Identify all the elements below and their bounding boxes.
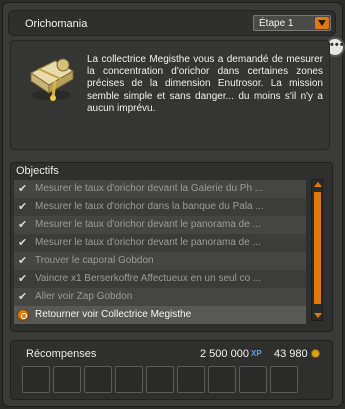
objective-text: Mesurer le taux d'orichor devant le pano… (35, 219, 261, 230)
objective-text: Mesurer le taux d'orichor devant le pano… (35, 237, 261, 248)
step-dropdown[interactable]: Étape 1 (253, 15, 331, 31)
reward-slot[interactable] (239, 366, 267, 393)
objectives-scrollbar[interactable] (311, 179, 323, 321)
map-scroll-icon (30, 58, 75, 101)
check-icon: ✔ (18, 219, 28, 231)
scroll-up-icon[interactable] (314, 182, 322, 187)
objective-item[interactable]: ✔ Mesurer le taux d'orichor dans la banq… (14, 198, 306, 216)
objective-item[interactable]: ✔ Mesurer le taux d'orichor devant le pa… (14, 234, 306, 252)
reward-slots (22, 366, 298, 393)
reward-slot[interactable] (177, 366, 205, 393)
reward-slot[interactable] (115, 366, 143, 393)
objective-item[interactable]: ✔ Mesurer le taux d'orichor devant la Ga… (14, 180, 306, 198)
reward-slot[interactable] (208, 366, 236, 393)
reward-slot[interactable] (22, 366, 50, 393)
quest-description: La collectrice Megisthe vous a demandé d… (87, 54, 323, 114)
xp-icon: XP (251, 349, 262, 358)
objective-item-current[interactable]: Retourner voir Collectrice Megisthe (14, 306, 306, 324)
rewards-kamas-value: 43 980 (274, 348, 308, 360)
objective-text: Vaincre x1 Berserkoffre Affectueux en un… (35, 273, 262, 284)
current-objective-icon (17, 309, 29, 321)
kamas-icon (311, 349, 320, 358)
scroll-thumb[interactable] (314, 192, 321, 304)
chevron-down-icon[interactable] (315, 17, 329, 29)
check-icon: ✔ (18, 273, 28, 285)
reward-slot[interactable] (146, 366, 174, 393)
check-icon: ✔ (18, 201, 28, 213)
objective-text: Aller voir Zap Gobdon (35, 291, 133, 302)
scroll-down-icon[interactable] (314, 313, 322, 318)
objective-text: Retourner voir Collectrice Megisthe (35, 309, 192, 320)
objective-text: Mesurer le taux d'orichor devant la Gale… (35, 183, 264, 194)
check-icon: ✔ (18, 237, 28, 249)
objective-item[interactable]: ✔ Mesurer le taux d'orichor devant le pa… (14, 216, 306, 234)
reward-slot[interactable] (84, 366, 112, 393)
quest-title: Orichomania (25, 18, 88, 30)
quest-description-box: La collectrice Megisthe vous a demandé d… (10, 40, 330, 150)
objective-text: Trouver le caporal Gobdon (35, 255, 154, 266)
objective-item[interactable]: ✔ Aller voir Zap Gobdon (14, 288, 306, 306)
objectives-list: ✔ Mesurer le taux d'orichor devant la Ga… (14, 180, 306, 324)
objective-text: Mesurer le taux d'orichor dans la banque… (35, 201, 264, 212)
check-icon: ✔ (18, 183, 28, 195)
chat-bubble-label: ••• (330, 39, 345, 51)
rewards-xp-value: 2 500 000 (200, 348, 249, 360)
check-icon: ✔ (18, 291, 28, 303)
step-dropdown-value: Étape 1 (259, 18, 294, 29)
check-icon: ✔ (18, 255, 28, 267)
objective-item[interactable]: ✔ Trouver le caporal Gobdon (14, 252, 306, 270)
reward-slot[interactable] (270, 366, 298, 393)
objective-item[interactable]: ✔ Vaincre x1 Berserkoffre Affectueux en … (14, 270, 306, 288)
reward-slot[interactable] (53, 366, 81, 393)
objectives-header: Objectifs (16, 165, 59, 177)
rewards-header: Récompenses (26, 348, 97, 360)
